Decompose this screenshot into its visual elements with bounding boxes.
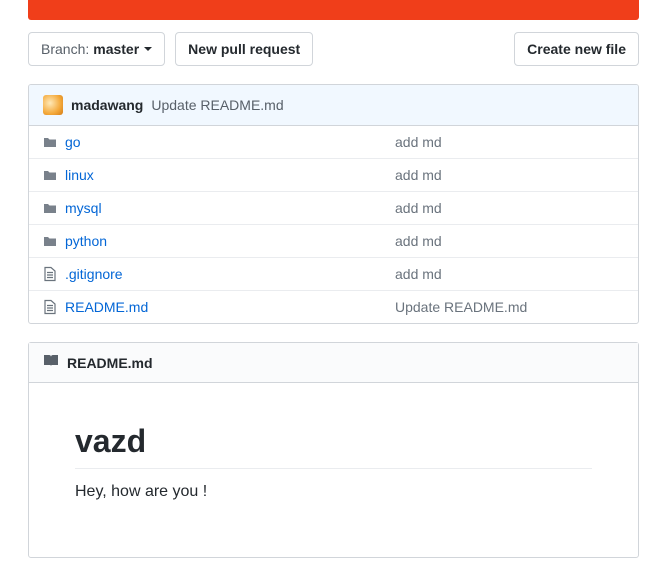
table-row: go add md (29, 126, 638, 159)
avatar (43, 95, 63, 115)
file-link[interactable]: python (65, 233, 107, 249)
file-name: python (65, 233, 395, 249)
file-commit-message[interactable]: Update README.md (395, 299, 624, 315)
book-icon (43, 353, 59, 372)
file-commit-message[interactable]: add md (395, 200, 624, 216)
file-name: .gitignore (65, 266, 395, 282)
file-name: go (65, 134, 395, 150)
commit-message[interactable]: Update README.md (151, 97, 283, 113)
table-row: README.md Update README.md (29, 291, 638, 323)
table-row: python add md (29, 225, 638, 258)
file-commit-message[interactable]: add md (395, 167, 624, 183)
readme-text: Hey, how are you ! (75, 483, 592, 501)
folder-icon (43, 135, 65, 149)
branch-name: master (93, 39, 139, 59)
file-name: linux (65, 167, 395, 183)
readme-body: vazd Hey, how are you ! (29, 383, 638, 557)
file-link[interactable]: README.md (65, 299, 148, 315)
branch-selector[interactable]: Branch: master (28, 32, 165, 66)
new-pull-request-button[interactable]: New pull request (175, 32, 313, 66)
file-link[interactable]: .gitignore (65, 266, 123, 282)
file-commit-message[interactable]: add md (395, 233, 624, 249)
readme-panel: README.md vazd Hey, how are you ! (28, 342, 639, 558)
repo-toolbar: Branch: master New pull request Create n… (0, 32, 667, 84)
file-commit-message[interactable]: add md (395, 266, 624, 282)
commit-author[interactable]: madawang (71, 97, 143, 113)
file-link[interactable]: linux (65, 167, 94, 183)
folder-icon (43, 201, 65, 215)
table-row: mysql add md (29, 192, 638, 225)
file-icon (43, 266, 65, 282)
alert-banner (28, 0, 639, 20)
file-link[interactable]: go (65, 134, 81, 150)
file-listing: madawang Update README.md go add md linux a… (28, 84, 639, 324)
file-name: README.md (65, 299, 395, 315)
chevron-down-icon (144, 47, 152, 51)
file-link[interactable]: mysql (65, 200, 102, 216)
folder-icon (43, 234, 65, 248)
folder-icon (43, 168, 65, 182)
table-row: .gitignore add md (29, 258, 638, 291)
file-commit-message[interactable]: add md (395, 134, 624, 150)
branch-prefix-label: Branch: (41, 39, 89, 59)
readme-header: README.md (29, 343, 638, 383)
file-icon (43, 299, 65, 315)
file-name: mysql (65, 200, 395, 216)
latest-commit-header: madawang Update README.md (29, 85, 638, 126)
create-new-file-button[interactable]: Create new file (514, 32, 639, 66)
readme-filename: README.md (67, 355, 153, 371)
readme-title: vazd (75, 423, 592, 469)
table-row: linux add md (29, 159, 638, 192)
